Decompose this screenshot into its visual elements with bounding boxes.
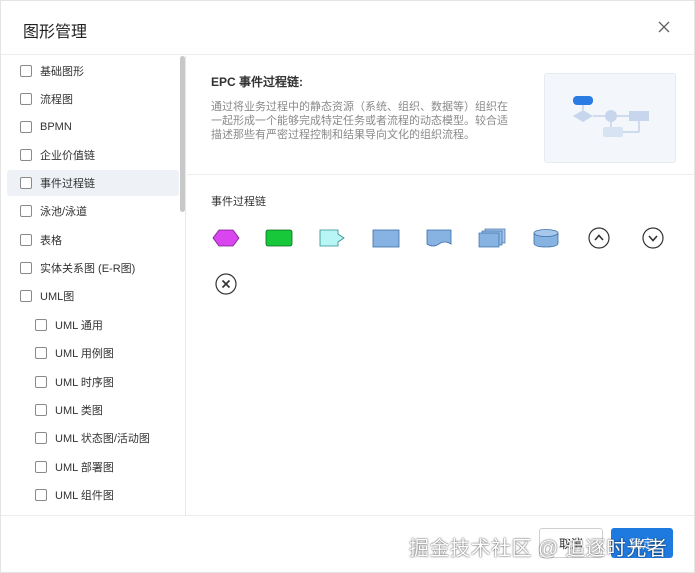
checkbox[interactable] xyxy=(20,149,32,161)
section-divider xyxy=(187,174,694,175)
sidebar-item-uml-component[interactable]: UML 组件图 xyxy=(35,482,175,508)
event-hexagon-icon[interactable] xyxy=(211,227,241,249)
multi-document-icon[interactable] xyxy=(477,227,507,249)
checkbox[interactable] xyxy=(20,121,32,133)
checkbox[interactable] xyxy=(35,404,47,416)
sidebar-item-label: UML 时序图 xyxy=(55,377,114,389)
xor-connector-icon[interactable] xyxy=(211,273,241,295)
sidebar-item-uml-deployment[interactable]: UML 部署图 xyxy=(35,454,175,480)
checkbox[interactable] xyxy=(20,177,32,189)
sidebar-item-table[interactable]: 表格 xyxy=(20,227,175,253)
sidebar-item-uml-use-case[interactable]: UML 用例图 xyxy=(35,340,175,366)
and-connector-icon[interactable] xyxy=(584,227,614,249)
dialog-header: 图形管理 xyxy=(1,1,694,55)
document-icon[interactable] xyxy=(424,227,454,249)
epc-preview-thumbnail xyxy=(544,73,676,163)
watermark: 掘金技术社区 @ 追逐时光者 xyxy=(409,538,668,560)
checkbox[interactable] xyxy=(20,262,32,274)
sidebar-item-uml-sequence[interactable]: UML 时序图 xyxy=(35,369,175,395)
shape-category-list: 基础图形 流程图 BPMN 企业价值链 事件过程链 泳池/泳道 表格 实体关系图… xyxy=(1,56,186,515)
sidebar-item-label: UML 通用 xyxy=(55,320,103,332)
sidebar-item-label: UML 部署图 xyxy=(55,462,114,474)
sidebar-item-label: UML 状态图/活动图 xyxy=(55,433,150,445)
sidebar-item-uml-general[interactable]: UML 通用 xyxy=(35,312,175,338)
shape-detail-panel: EPC 事件过程链: 通过将业务过程中的静态资源（系统、组织、数据等）组织在一起… xyxy=(187,56,694,515)
sidebar-item-basic-shapes[interactable]: 基础图形 xyxy=(20,58,175,84)
sidebar-scrollbar[interactable] xyxy=(180,56,185,212)
checkbox[interactable] xyxy=(20,290,32,302)
checkbox[interactable] xyxy=(35,319,47,331)
sidebar-item-label: 企业价值链 xyxy=(40,150,95,162)
dialog-title: 图形管理 xyxy=(23,24,88,41)
sidebar-item-label: UML 类图 xyxy=(55,405,103,417)
sidebar-item-label: 实体关系图 (E-R图) xyxy=(40,263,136,275)
sidebar-item-label: BPMN xyxy=(40,121,72,133)
epc-description: 通过将业务过程中的静态资源（系统、组织、数据等）组织在一起形成一个能够完成特定任… xyxy=(211,101,508,141)
sidebar-item-uml-class[interactable]: UML 类图 xyxy=(35,397,175,423)
sidebar-item-label: UML 组件图 xyxy=(55,490,114,502)
sidebar-item-label: 基础图形 xyxy=(40,66,84,78)
database-cylinder-icon[interactable] xyxy=(531,227,561,249)
checkbox[interactable] xyxy=(35,347,47,359)
sidebar-item-uml[interactable]: UML图 xyxy=(20,283,175,309)
information-flag-icon[interactable] xyxy=(317,227,347,249)
sidebar-item-swimlane[interactable]: 泳池/泳道 xyxy=(20,198,175,224)
checkbox[interactable] xyxy=(20,234,32,246)
checkbox[interactable] xyxy=(20,93,32,105)
sidebar-item-label: 表格 xyxy=(40,235,62,247)
dialog-footer: 取消 确定 掘金技术社区 @ 追逐时光者 xyxy=(1,515,694,573)
sidebar-item-label: 事件过程链 xyxy=(40,178,95,190)
sidebar-item-er-diagram[interactable]: 实体关系图 (E-R图) xyxy=(20,255,175,281)
organization-rect-icon[interactable] xyxy=(371,227,401,249)
sidebar-item-epc[interactable]: 事件过程链 xyxy=(7,170,179,196)
checkbox[interactable] xyxy=(35,432,47,444)
checkbox[interactable] xyxy=(35,461,47,473)
checkbox[interactable] xyxy=(20,65,32,77)
or-connector-icon[interactable] xyxy=(638,227,668,249)
shape-manager-dialog: 图形管理 基础图形 流程图 BPMN 企业价值链 事件过程链 泳池/泳道 表格 … xyxy=(0,0,695,573)
sidebar-item-label: 泳池/泳道 xyxy=(40,206,88,218)
checkbox[interactable] xyxy=(20,205,32,217)
sidebar-item-bpmn[interactable]: BPMN xyxy=(20,114,175,140)
checkbox[interactable] xyxy=(35,489,47,501)
sidebar-item-label: 流程图 xyxy=(40,94,73,106)
checkbox[interactable] xyxy=(35,376,47,388)
shape-group-label: 事件过程链 xyxy=(211,196,266,208)
sidebar-item-label: UML 用例图 xyxy=(55,348,114,360)
sidebar-item-value-chain[interactable]: 企业价值链 xyxy=(20,142,175,168)
function-rect-icon[interactable] xyxy=(264,227,294,249)
sidebar-item-flowchart[interactable]: 流程图 xyxy=(20,86,175,112)
sidebar-item-uml-state-activity[interactable]: UML 状态图/活动图 xyxy=(35,425,175,451)
close-icon[interactable] xyxy=(654,17,674,37)
sidebar-item-label: UML图 xyxy=(40,291,75,303)
epc-heading: EPC 事件过程链: xyxy=(211,75,304,89)
